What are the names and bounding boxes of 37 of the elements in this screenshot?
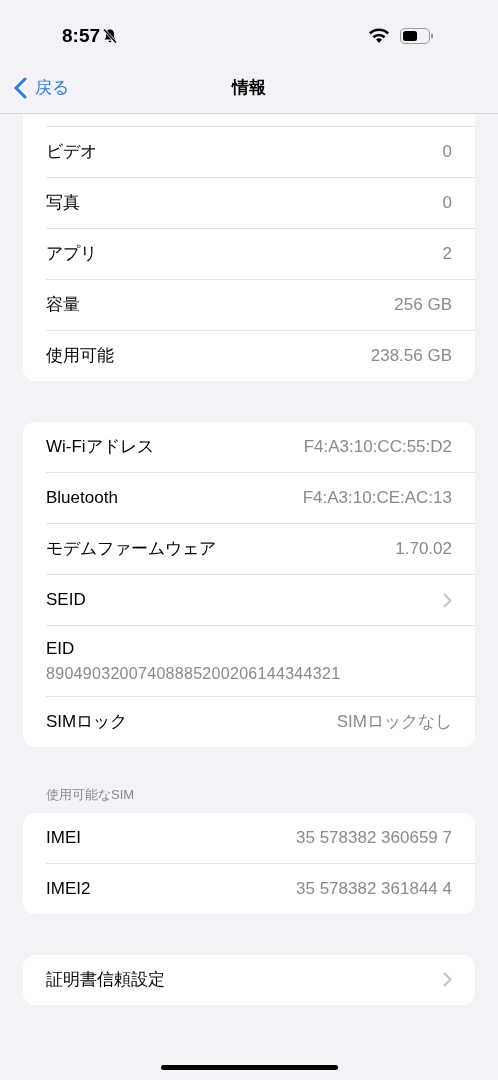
back-button[interactable]: 戻る	[14, 75, 69, 101]
row-value: 238.56 GB	[370, 345, 452, 368]
row-value: 0	[442, 192, 452, 215]
chevron-right-icon	[443, 972, 452, 987]
row-label: SEID	[46, 589, 86, 612]
page-title: 情報	[232, 76, 266, 99]
row-label: Wi-Fiアドレス	[46, 436, 154, 459]
row-label: アプリ	[46, 243, 97, 266]
section-header: 使用可能なSIM	[45, 786, 136, 804]
row-label: IMEI	[46, 826, 81, 849]
row-label: SIMロック	[46, 711, 128, 734]
row-value: 35 578382 360659 7	[296, 826, 452, 849]
settings-row[interactable]: 証明書信頼設定	[46, 954, 475, 1005]
row-label: 証明書信頼設定	[46, 968, 165, 991]
row-label: 写真	[46, 192, 80, 215]
row-label: EID	[46, 638, 76, 661]
status-time: 8:57	[62, 23, 101, 48]
chevron-left-icon	[14, 76, 27, 99]
wifi-icon	[368, 28, 390, 44]
row-value: F4:A3:10:CE:AC:13	[302, 487, 452, 510]
row-value: 89049032007408885200206144344321	[46, 663, 342, 684]
row-label: ビデオ	[46, 141, 97, 164]
row-value: 2	[442, 243, 452, 266]
row-label: Bluetooth	[46, 487, 118, 510]
row-label: モデムファームウェア	[46, 538, 216, 561]
row-value: 0	[442, 141, 452, 164]
row-value: 256 GB	[394, 294, 452, 317]
chevron-right-icon	[443, 592, 452, 608]
row-label: 使用可能	[46, 345, 114, 368]
row-value: SIMロックなし	[336, 711, 452, 734]
row-value: 35 578382 361844 4	[296, 877, 452, 900]
settings-row[interactable]: SEID	[46, 575, 475, 626]
row-value: 1.70.02	[395, 538, 452, 561]
battery-icon	[400, 28, 434, 44]
row-label: 容量	[46, 294, 80, 317]
row-value: F4:A3:10:CC:55:D2	[303, 436, 452, 459]
row-label: IMEI2	[46, 877, 91, 900]
